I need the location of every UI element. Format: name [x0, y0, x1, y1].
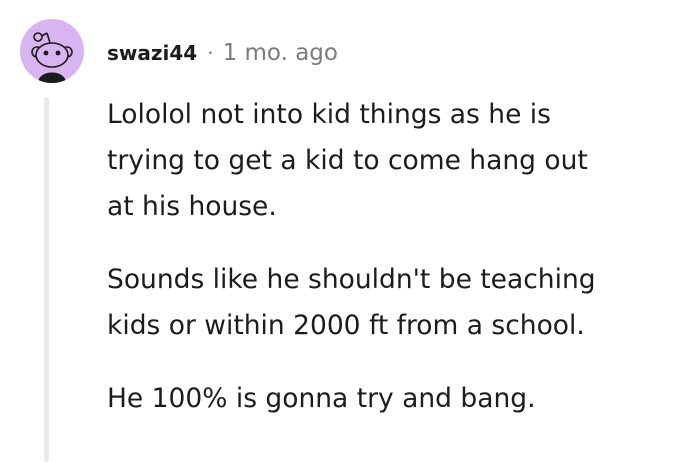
user-avatar[interactable] — [20, 19, 84, 83]
comment-paragraph: He 100% is gonna try and bang. — [107, 376, 692, 422]
comment-line: kids or within 2000 ft from a school. — [107, 310, 585, 341]
comment-line: Lololol not into kid things as he is — [107, 99, 551, 130]
comment-line: He 100% is gonna try and bang. — [107, 383, 536, 414]
comment-line: trying to get a kid to come hang out — [107, 145, 588, 176]
timestamp-link[interactable]: 1 mo. ago — [223, 40, 338, 66]
snoo-avatar-icon — [31, 32, 73, 83]
username-link[interactable]: swazi44 — [107, 41, 197, 65]
separator-dot: · — [207, 41, 214, 65]
comment-paragraph: Sounds like he shouldn't be teaching kid… — [107, 257, 692, 349]
comment-body: Lololol not into kid things as he is try… — [107, 92, 692, 449]
comment: swazi44 · 1 mo. ago Lololol not into kid… — [0, 0, 700, 462]
comment-header: swazi44 · 1 mo. ago — [107, 35, 338, 71]
comment-line: Sounds like he shouldn't be teaching — [107, 264, 596, 295]
comment-paragraph: Lololol not into kid things as he is try… — [107, 92, 692, 230]
comment-line: at his house. — [107, 191, 277, 222]
thread-line[interactable] — [44, 97, 49, 462]
